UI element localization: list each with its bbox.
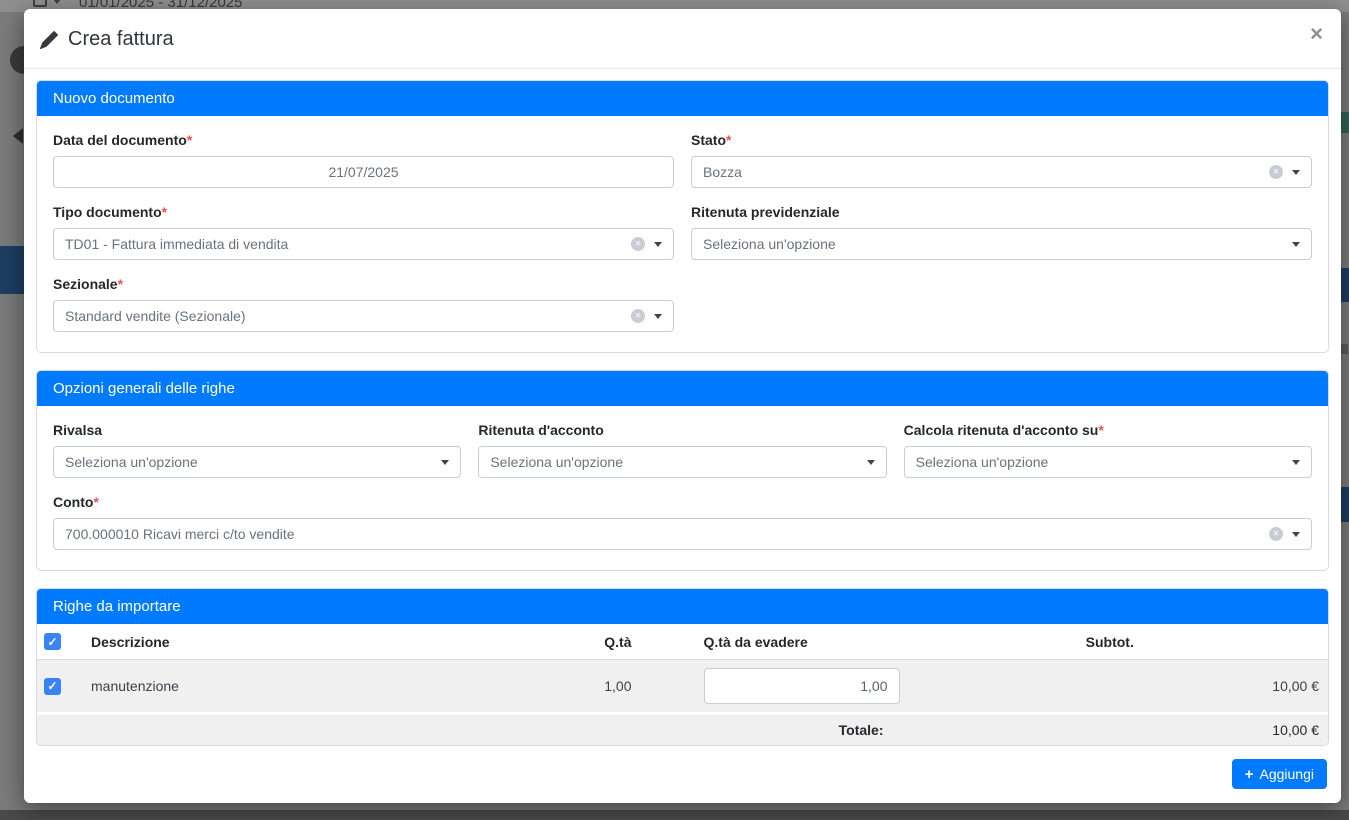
ritenuta-previdenziale-placeholder: Seleziona un'opzione: [703, 236, 836, 252]
caret-down-icon: [866, 459, 875, 465]
conto-select[interactable]: 700.000010 Ricavi merci c/to vendite: [53, 518, 1312, 550]
section-header: Opzioni generali delle righe: [37, 371, 1328, 406]
section-righe-importare: Righe da importare Descrizione Q.tà Q.tà…: [36, 588, 1329, 746]
calendar-icon: [33, 0, 47, 7]
rivalsa-select[interactable]: Seleziona un'opzione: [53, 446, 462, 478]
stato-select[interactable]: Bozza: [691, 156, 1312, 188]
column-header-qta-evadere: Q.tà da evadere: [703, 633, 808, 650]
background-badge-fragment: [1340, 112, 1349, 133]
cell-qta: 1,00: [604, 678, 632, 694]
required-asterisk: *: [726, 132, 732, 148]
aggiungi-button[interactable]: + Aggiungi: [1231, 759, 1327, 789]
clear-icon[interactable]: [631, 309, 645, 323]
background-button-fragment: [1340, 487, 1349, 522]
field-conto: Conto* 700.000010 Ricavi merci c/to vend…: [53, 494, 1312, 550]
field-label: Ritenuta previdenziale: [691, 204, 840, 220]
tipo-documento-select-value: TD01 - Fattura immediata di vendita: [65, 236, 289, 252]
conto-select-value: 700.000010 Ricavi merci c/to vendite: [65, 526, 295, 542]
modal-header: Crea fattura ×: [24, 9, 1341, 69]
field-sezionale: Sezionale* Standard vendite (Sezionale): [53, 276, 674, 332]
clear-icon[interactable]: [631, 237, 645, 251]
stato-select-value: Bozza: [703, 164, 742, 180]
table-header-row: Descrizione Q.tà Q.tà da evadere Subtot.: [37, 624, 1328, 660]
modal-footer: + Aggiungi: [24, 746, 1341, 803]
modal-body: Nuovo documento Data del documento* Stat…: [24, 69, 1341, 746]
required-asterisk: *: [1098, 422, 1104, 438]
caret-down-icon: [441, 459, 450, 465]
ritenuta-acconto-select[interactable]: Seleziona un'opzione: [478, 446, 887, 478]
field-label: Conto: [53, 494, 94, 510]
field-rivalsa: Rivalsa Seleziona un'opzione: [53, 422, 462, 478]
clear-icon[interactable]: [1269, 527, 1283, 541]
aggiungi-button-label: Aggiungi: [1259, 766, 1315, 782]
field-label: Calcola ritenuta d'acconto su: [903, 422, 1099, 438]
background-button-fragment: [1340, 268, 1349, 302]
plus-icon: +: [1244, 765, 1254, 783]
field-label: Tipo documento: [53, 204, 162, 220]
data-documento-input[interactable]: [53, 156, 674, 188]
row-checkbox[interactable]: [44, 677, 61, 695]
caret-down-icon: [654, 241, 662, 247]
totale-label: Totale:: [838, 722, 884, 738]
table-row: manutenzione 1,00 10,00 €: [37, 660, 1328, 715]
section-header: Righe da importare: [37, 589, 1328, 624]
modal-title: Crea fattura: [40, 28, 1325, 51]
table-total-row: Totale: 10,00 €: [37, 715, 1328, 745]
required-asterisk: *: [161, 204, 168, 220]
field-label: Stato: [691, 132, 726, 148]
field-ritenuta-previdenziale: Ritenuta previdenziale Seleziona un'opzi…: [691, 204, 1312, 260]
cell-descrizione: manutenzione: [91, 678, 179, 694]
field-label: Rivalsa: [53, 422, 103, 438]
required-asterisk: *: [93, 494, 99, 510]
close-icon[interactable]: ×: [1310, 23, 1323, 45]
caret-down-icon: [53, 0, 61, 4]
crea-fattura-modal: Crea fattura × Nuovo documento Data del …: [24, 9, 1341, 803]
caret-down-icon: [1292, 459, 1300, 465]
background-footer-fragment: [0, 810, 1349, 820]
sezionale-select-value: Standard vendite (Sezionale): [65, 308, 246, 324]
field-data-documento: Data del documento*: [53, 132, 674, 188]
column-header-qta: Q.tà: [604, 633, 632, 650]
field-tipo-documento: Tipo documento* TD01 - Fattura immediata…: [53, 204, 674, 260]
caret-down-icon: [654, 313, 662, 319]
field-ritenuta-acconto: Ritenuta d'acconto Seleziona un'opzione: [478, 422, 887, 478]
modal-title-text: Crea fattura: [68, 28, 174, 50]
ritenuta-acconto-placeholder: Seleziona un'opzione: [490, 454, 623, 470]
select-all-checkbox[interactable]: [44, 633, 61, 650]
ritenuta-previdenziale-select[interactable]: Seleziona un'opzione: [691, 228, 1312, 260]
field-label: Sezionale: [53, 276, 118, 292]
column-header-subtot: Subtot.: [1085, 633, 1134, 650]
cell-subtot: 10,00 €: [1272, 678, 1319, 694]
caret-down-icon: [1292, 169, 1300, 175]
sezionale-select[interactable]: Standard vendite (Sezionale): [53, 300, 674, 332]
required-asterisk: *: [186, 132, 193, 148]
rivalsa-placeholder: Seleziona un'opzione: [65, 454, 198, 470]
totale-value: 10,00 €: [1272, 722, 1319, 738]
field-label: Data del documento: [53, 132, 187, 148]
required-asterisk: *: [117, 276, 124, 292]
calcola-ritenuta-placeholder: Seleziona un'opzione: [915, 454, 1049, 470]
clear-icon[interactable]: [1269, 165, 1283, 179]
section-nuovo-documento: Nuovo documento Data del documento* Stat…: [36, 80, 1329, 353]
qta-evadere-input[interactable]: [703, 668, 900, 704]
pencil-icon: [40, 30, 58, 49]
section-header: Nuovo documento: [37, 81, 1328, 116]
caret-down-icon: [1292, 531, 1300, 537]
column-header-descrizione: Descrizione: [91, 633, 170, 650]
caret-down-icon: [1292, 241, 1300, 247]
back-arrow-icon: [13, 128, 23, 144]
background-button-fragment: [0, 246, 24, 294]
background-text-fragment: [1341, 344, 1348, 354]
field-stato: Stato* Bozza: [691, 132, 1312, 188]
field-calcola-ritenuta: Calcola ritenuta d'acconto su* Seleziona…: [903, 422, 1312, 478]
field-label: Ritenuta d'acconto: [478, 422, 604, 438]
calcola-ritenuta-select[interactable]: Seleziona un'opzione: [903, 446, 1312, 478]
section-opzioni-righe: Opzioni generali delle righe Rivalsa Sel…: [36, 370, 1329, 571]
tipo-documento-select[interactable]: TD01 - Fattura immediata di vendita: [53, 228, 674, 260]
